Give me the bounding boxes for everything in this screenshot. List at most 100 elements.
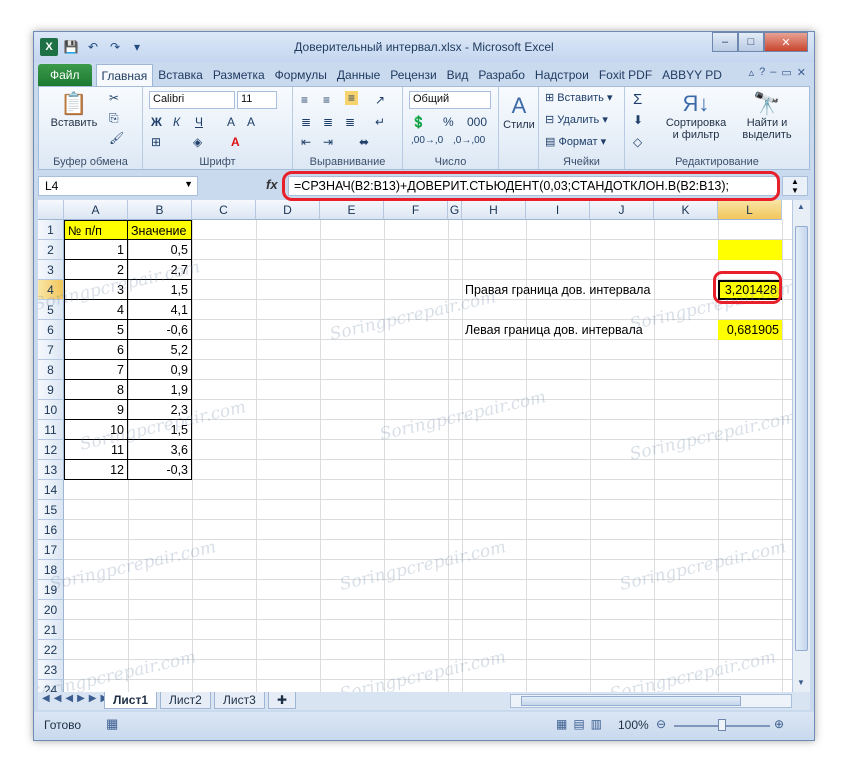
table-cell-a[interactable]: 10 xyxy=(64,420,128,440)
vertical-scroll-thumb[interactable] xyxy=(795,226,808,651)
row-header[interactable]: 1 xyxy=(38,220,64,240)
column-header-a[interactable]: A xyxy=(64,200,128,220)
copy-icon[interactable]: ⎘ xyxy=(109,111,119,126)
column-header-c[interactable]: C xyxy=(192,200,256,220)
tab-insert[interactable]: Вставка xyxy=(153,64,208,86)
tab-addins[interactable]: Надстрои xyxy=(530,64,594,86)
zoom-in-icon[interactable]: ⊕ xyxy=(774,717,784,731)
comma-style-icon[interactable]: 000 xyxy=(467,115,487,129)
tab-home[interactable]: Главная xyxy=(95,64,154,86)
increase-decimal-icon[interactable]: ,00→,0 xyxy=(411,135,443,146)
table-cell-a[interactable]: 3 xyxy=(64,280,128,300)
table-cell-a[interactable]: 1 xyxy=(64,240,128,260)
clear-icon[interactable]: ◇ xyxy=(633,135,642,149)
header-cell-a1[interactable]: № п/п xyxy=(64,220,128,240)
table-cell-b[interactable]: -0,6 xyxy=(128,320,192,340)
tab-view[interactable]: Вид xyxy=(442,64,474,86)
column-header-f[interactable]: F xyxy=(384,200,448,220)
horizontal-scroll-thumb[interactable] xyxy=(521,696,741,706)
tab-page-layout[interactable]: Разметка xyxy=(208,64,270,86)
table-cell-b[interactable]: 2,7 xyxy=(128,260,192,280)
row-header[interactable]: 5 xyxy=(38,300,64,320)
column-header-g[interactable]: G xyxy=(448,200,462,220)
table-cell-b[interactable]: 4,1 xyxy=(128,300,192,320)
table-cell-a[interactable]: 2 xyxy=(64,260,128,280)
name-box[interactable]: L4 ▼ xyxy=(38,176,198,196)
sort-filter-button[interactable]: Я↓ Сортировка и фильтр xyxy=(661,91,731,141)
find-select-button[interactable]: 🔭 Найти и выделить xyxy=(735,91,799,141)
row-header[interactable]: 16 xyxy=(38,520,64,540)
tab-abbyy[interactable]: ABBYY PD xyxy=(657,64,727,86)
formula-bar-expand-icon[interactable]: ▲ ▼ xyxy=(782,176,808,196)
view-buttons[interactable]: ▦▤▥ xyxy=(556,717,608,731)
row-header[interactable]: 17 xyxy=(38,540,64,560)
currency-icon[interactable]: 💲 xyxy=(411,115,426,129)
tab-file[interactable]: Файл xyxy=(38,64,92,86)
worksheet-grid[interactable]: A B C D E F G H I J K L 1 2 3 4 5 6 7 8 … xyxy=(38,200,792,692)
row-header[interactable]: 3 xyxy=(38,260,64,280)
insert-cells-button[interactable]: ⊞ Вставить ▾ xyxy=(545,91,613,104)
tab-data[interactable]: Данные xyxy=(332,64,385,86)
shrink-font-icon[interactable]: A xyxy=(247,115,255,129)
align-top-icon[interactable]: ≡ xyxy=(301,93,308,107)
column-header-k[interactable]: K xyxy=(654,200,718,220)
increase-indent-icon[interactable]: ⇥ xyxy=(323,135,333,149)
column-header-b[interactable]: B xyxy=(128,200,192,220)
sheet-tab-3[interactable]: Лист3 xyxy=(214,692,265,709)
font-size-select[interactable]: 11 xyxy=(237,91,277,109)
highlight-cell-l2[interactable] xyxy=(718,240,782,260)
grow-font-icon[interactable]: A xyxy=(227,115,235,129)
doc-minimize-icon[interactable]: – xyxy=(770,66,776,79)
column-header-e[interactable]: E xyxy=(320,200,384,220)
zoom-out-icon[interactable]: ⊖ xyxy=(656,717,666,731)
tab-foxit[interactable]: Foxit PDF xyxy=(594,64,657,86)
cut-icon[interactable]: ✂ xyxy=(109,91,119,105)
table-cell-a[interactable]: 12 xyxy=(64,460,128,480)
doc-close-icon[interactable]: ✕ xyxy=(797,66,806,79)
table-cell-b[interactable]: 1,5 xyxy=(128,280,192,300)
row-header[interactable]: 12 xyxy=(38,440,64,460)
table-cell-a[interactable]: 8 xyxy=(64,380,128,400)
zoom-level[interactable]: 100% xyxy=(618,718,649,732)
column-header-l[interactable]: L xyxy=(718,200,782,220)
align-middle-icon[interactable]: ≡ xyxy=(323,93,330,107)
row-header[interactable]: 14 xyxy=(38,480,64,500)
row-header[interactable]: 6 xyxy=(38,320,64,340)
column-header-d[interactable]: D xyxy=(256,200,320,220)
help-icon[interactable]: ? xyxy=(759,66,765,79)
borders-icon[interactable]: ⊞ xyxy=(151,135,161,149)
row-header[interactable]: 8 xyxy=(38,360,64,380)
styles-button[interactable]: A Стили xyxy=(501,93,537,131)
row-header[interactable]: 4 xyxy=(38,280,64,300)
decrease-indent-icon[interactable]: ⇤ xyxy=(301,135,311,149)
delete-cells-button[interactable]: ⊟ Удалить ▾ xyxy=(545,113,608,126)
font-color-icon[interactable]: A xyxy=(231,135,240,149)
row-header[interactable]: 19 xyxy=(38,580,64,600)
tab-developer[interactable]: Разрабо xyxy=(473,64,530,86)
paste-button[interactable]: 📋 Вставить xyxy=(45,91,103,129)
orientation-icon[interactable]: ↗ xyxy=(375,93,385,107)
row-header[interactable]: 21 xyxy=(38,620,64,640)
left-bound-label[interactable]: Левая граница дов. интервала xyxy=(462,320,662,340)
table-cell-b[interactable]: 5,2 xyxy=(128,340,192,360)
table-cell-b[interactable]: 3,6 xyxy=(128,440,192,460)
insert-function-button[interactable]: fx xyxy=(266,177,278,192)
tab-formulas[interactable]: Формулы xyxy=(270,64,332,86)
row-header[interactable]: 22 xyxy=(38,640,64,660)
column-header-j[interactable]: J xyxy=(590,200,654,220)
name-box-dropdown-icon[interactable]: ▼ xyxy=(184,179,193,189)
fill-color-icon[interactable]: ◈ xyxy=(193,135,202,149)
percent-icon[interactable]: % xyxy=(443,115,454,129)
macro-record-icon[interactable]: ▦ xyxy=(106,716,118,732)
table-cell-a[interactable]: 5 xyxy=(64,320,128,340)
table-cell-b[interactable]: 1,9 xyxy=(128,380,192,400)
italic-button[interactable]: К xyxy=(173,115,180,129)
row-header[interactable]: 11 xyxy=(38,420,64,440)
column-header-i[interactable]: I xyxy=(526,200,590,220)
align-right-icon[interactable]: ≣ xyxy=(345,115,355,129)
autosum-icon[interactable]: Σ xyxy=(633,91,642,108)
tab-review[interactable]: Рецензи xyxy=(385,64,441,86)
new-sheet-icon[interactable]: ✚ xyxy=(268,692,297,709)
table-cell-b[interactable]: 0,9 xyxy=(128,360,192,380)
table-cell-a[interactable]: 9 xyxy=(64,400,128,420)
